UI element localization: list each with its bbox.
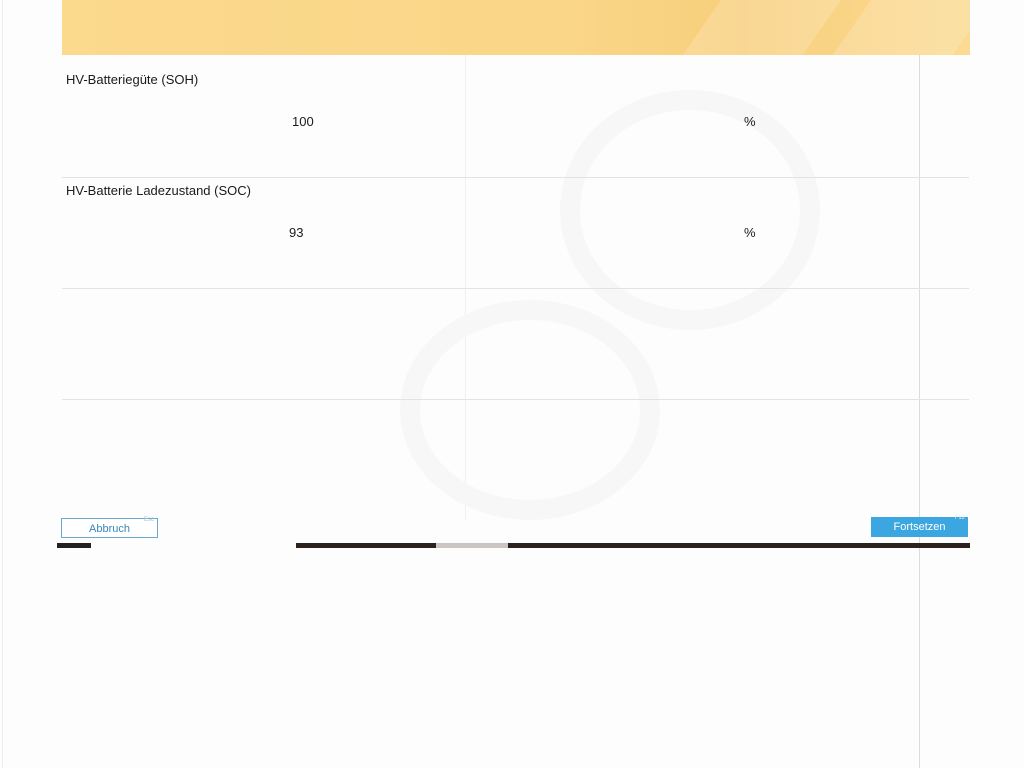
- row-unit: %: [744, 114, 756, 129]
- cancel-button-label: Abbruch: [89, 523, 130, 535]
- scan-edge-left: [2, 0, 3, 768]
- continue-button-label: Fortsetzen: [893, 521, 946, 533]
- values-panel: HV-Batteriegüte (SOH) 100 % HV-Batterie …: [62, 67, 969, 517]
- cancel-button[interactable]: Abbruch Esc: [61, 517, 158, 538]
- status-bar-segment: [57, 543, 91, 548]
- row-value: 93: [289, 225, 304, 240]
- cancel-shortcut-key: Esc: [143, 517, 154, 523]
- row-unit: %: [744, 225, 756, 240]
- status-bar-segment: [508, 543, 970, 548]
- table-row-empty: [62, 400, 969, 511]
- row-label: HV-Batterie Ladezustand (SOC): [66, 183, 251, 198]
- status-bar-segment: [436, 543, 508, 548]
- continue-shortcut-key: F12: [954, 515, 965, 521]
- continue-button[interactable]: Fortsetzen F12: [871, 515, 968, 537]
- table-row-soc: HV-Batterie Ladezustand (SOC) 93 %: [62, 178, 969, 289]
- banner-decoration: [682, 0, 842, 55]
- status-bar-segment: [296, 543, 436, 548]
- scanned-screen: HV-Batteriegüte (SOH) 100 % HV-Batterie …: [0, 0, 1024, 768]
- header-banner: [62, 0, 992, 55]
- banner-decoration: [832, 0, 992, 55]
- table-row-soh: HV-Batteriegüte (SOH) 100 %: [62, 67, 969, 178]
- row-value: 100: [292, 114, 314, 129]
- table-row-empty: [62, 289, 969, 400]
- row-label: HV-Batteriegüte (SOH): [66, 72, 199, 87]
